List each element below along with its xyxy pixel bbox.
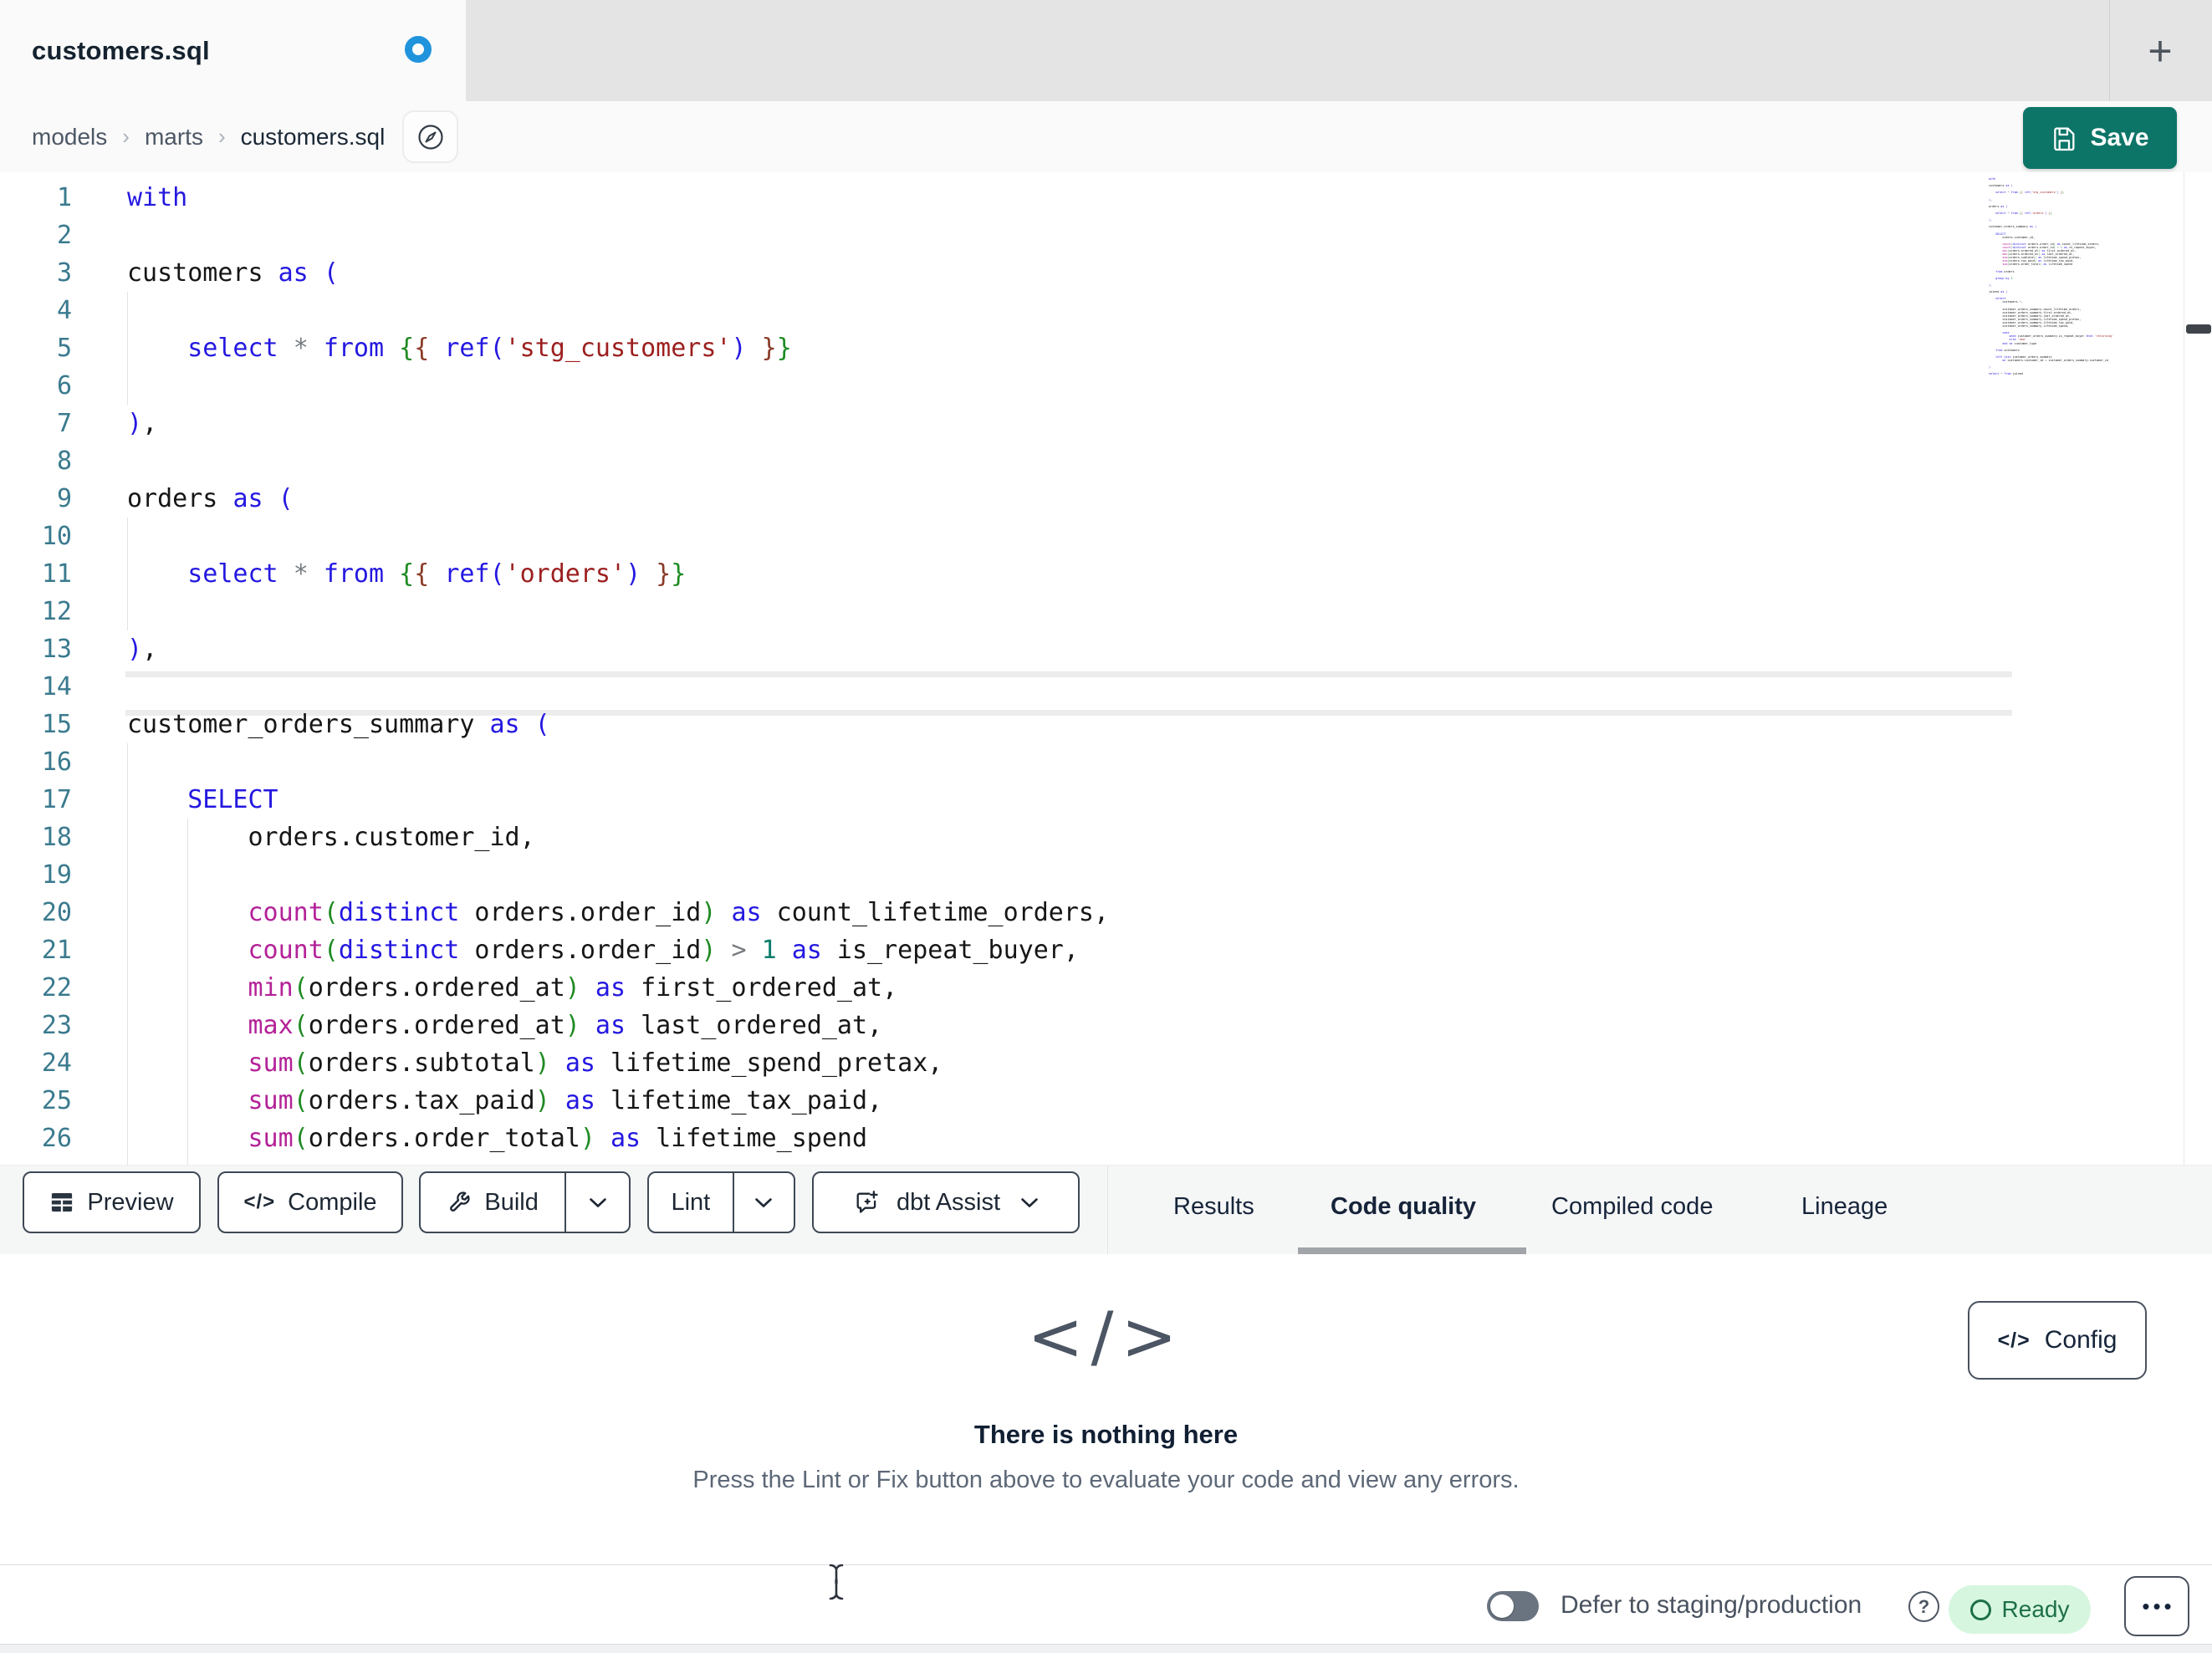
chevron-down-icon — [755, 1197, 773, 1207]
lint-button-label: Lint — [671, 1188, 711, 1216]
build-split-button: Build — [419, 1171, 631, 1233]
tab-results-label: Results — [1173, 1193, 1254, 1220]
compile-button[interactable]: </> Compile — [217, 1171, 403, 1233]
code-quality-panel: </> There is nothing here Press the Lint… — [0, 1254, 2212, 1564]
tab-code-quality-label: Code quality — [1331, 1193, 1477, 1220]
editor-scrollbar[interactable] — [2184, 172, 2212, 1165]
ide-window: customers.sql + models › marts › custome… — [0, 0, 2212, 1653]
breadcrumb-separator: › — [122, 124, 130, 149]
status-badge-label: Ready — [2001, 1596, 2070, 1622]
save-icon — [2054, 127, 2075, 151]
text-cursor-icon — [829, 1564, 844, 1600]
scrollbar-thumb[interactable] — [2186, 324, 2211, 334]
code-editor[interactable]: 1 2 3 4 5 6 7 8 9 10 11 12 13 14 15 16 17 18 19 20 21 22 23 24 2… — [0, 172, 2212, 1165]
chevron-down-icon — [1021, 1197, 1038, 1207]
config-button-label: Config — [2044, 1326, 2117, 1354]
preview-table-icon — [52, 1193, 73, 1212]
code-brackets-icon: </> — [1027, 1298, 1185, 1375]
unsaved-changes-indicator — [405, 36, 432, 63]
save-button-label: Save — [2090, 124, 2149, 151]
minimap-content: with customers as ( select * from {{ ref(… — [1989, 177, 2114, 376]
explore-lineage-button[interactable] — [402, 110, 458, 163]
lint-split-button: Lint — [647, 1171, 795, 1233]
breadcrumb-separator: › — [217, 124, 226, 149]
build-button-label: Build — [484, 1188, 539, 1216]
dbt-assist-button[interactable]: dbt Assist — [812, 1171, 1080, 1233]
breadcrumb-row: models › marts › customers.sql Save — [0, 101, 2212, 172]
build-dropdown-button[interactable] — [566, 1173, 629, 1232]
breadcrumb: models › marts › customers.sql — [32, 101, 385, 172]
code-lines[interactable]: with customers as ( select * from {{ ref(… — [0, 179, 2212, 1165]
breadcrumb-marts[interactable]: marts — [145, 124, 203, 151]
more-options-button[interactable]: ••• — [2124, 1576, 2189, 1636]
tab-compiled-code[interactable]: Compiled code — [1551, 1166, 1713, 1248]
tabbar-divider — [2109, 0, 2110, 101]
status-ready-icon — [1969, 1599, 1991, 1620]
empty-state-subtitle: Press the Lint or Fix button above to ev… — [692, 1467, 1520, 1493]
defer-label: Defer to staging/production — [1561, 1590, 1862, 1619]
lint-dropdown-button[interactable] — [734, 1173, 794, 1232]
code-brackets-icon: </> — [243, 1191, 276, 1213]
empty-state-title: There is nothing here — [973, 1420, 1239, 1449]
config-button[interactable]: </> Config — [1968, 1301, 2147, 1380]
wrench-icon — [450, 1191, 470, 1212]
preview-button-label: Preview — [87, 1188, 174, 1216]
build-button[interactable]: Build — [421, 1173, 564, 1232]
help-icon-glyph: ? — [1918, 1595, 1930, 1617]
active-tab-underline — [1298, 1247, 1526, 1254]
dbt-assist-button-label: dbt Assist — [896, 1188, 1001, 1216]
breadcrumb-current-file: customers.sql — [240, 123, 386, 150]
window-footer-edge — [0, 1644, 2212, 1653]
code-brackets-icon: </> — [1997, 1328, 2031, 1352]
tab-lineage-label: Lineage — [1801, 1193, 1888, 1220]
ellipsis-icon: ••• — [2142, 1593, 2175, 1619]
tab-compiled-code-label: Compiled code — [1551, 1193, 1714, 1220]
compile-button-label: Compile — [288, 1188, 377, 1216]
compass-icon — [417, 124, 443, 150]
toggle-knob — [1490, 1594, 1514, 1618]
help-icon[interactable]: ? — [1908, 1591, 1939, 1622]
defer-toggle[interactable] — [1487, 1591, 1539, 1621]
tab-results[interactable]: Results — [1173, 1166, 1254, 1248]
toolbar-tabs-divider — [1107, 1166, 1108, 1255]
breadcrumb-models[interactable]: models — [32, 124, 107, 151]
chevron-down-icon — [589, 1197, 606, 1207]
preview-button[interactable]: Preview — [23, 1171, 201, 1233]
lint-button[interactable]: Lint — [649, 1173, 733, 1232]
editor-toolbar: Preview </> Compile Build Lint dbt Assis… — [0, 1165, 2212, 1255]
file-tab-title: customers.sql — [32, 35, 210, 65]
minimap[interactable]: with customers as ( select * from {{ ref(… — [1989, 177, 2114, 376]
file-tab[interactable]: customers.sql — [0, 0, 466, 101]
plus-icon: + — [2148, 27, 2173, 74]
tab-lineage[interactable]: Lineage — [1801, 1166, 1888, 1248]
new-tab-button[interactable]: + — [2124, 0, 2196, 101]
tab-code-quality[interactable]: Code quality — [1331, 1166, 1476, 1248]
status-bar: Defer to staging/production ? Ready ••• — [0, 1564, 2212, 1644]
assist-chat-icon — [856, 1191, 878, 1213]
tab-bar: customers.sql + — [0, 0, 2212, 101]
status-badge[interactable]: Ready — [1949, 1585, 2091, 1634]
save-button[interactable]: Save — [2023, 107, 2177, 169]
